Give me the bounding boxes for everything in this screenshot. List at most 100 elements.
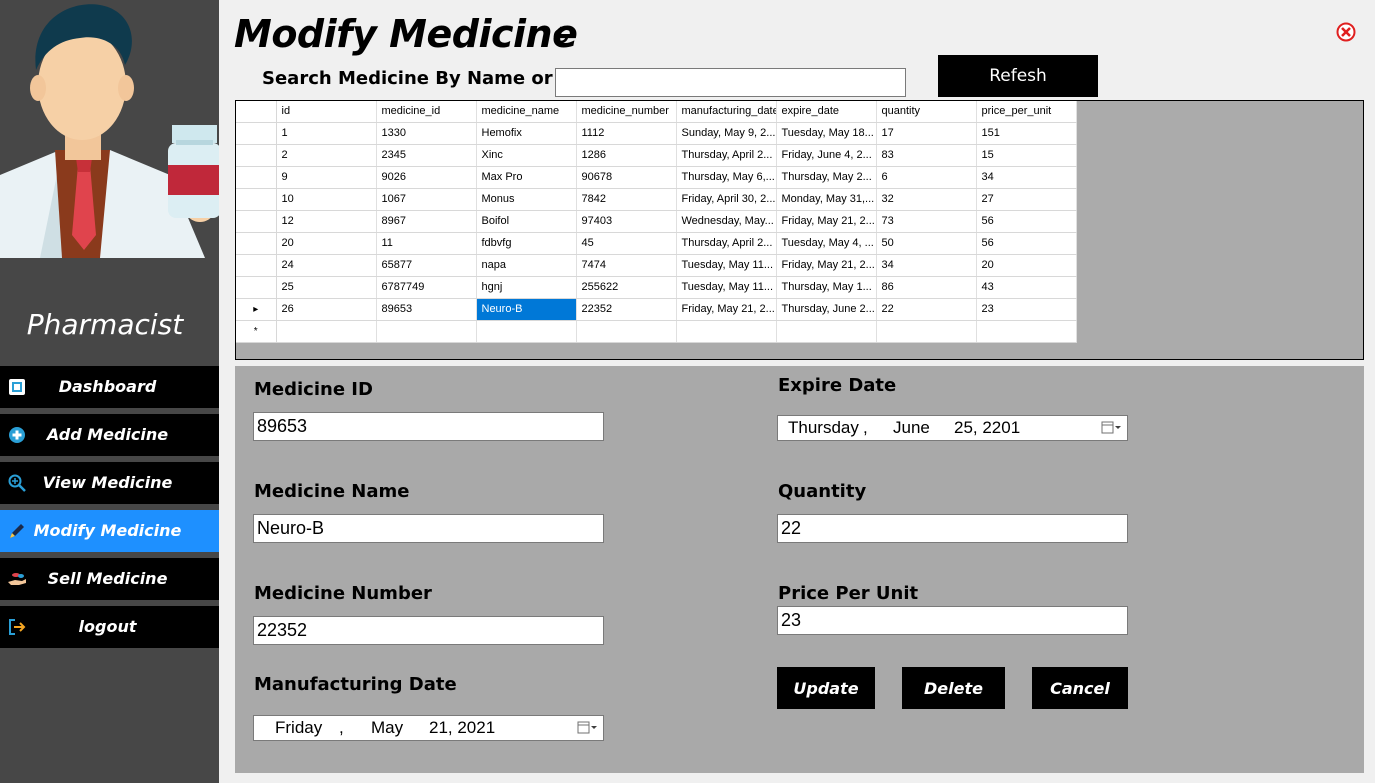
column-header[interactable]: expire_date: [776, 101, 877, 123]
price-per-unit-field[interactable]: 23: [777, 606, 1128, 635]
table-cell[interactable]: [476, 320, 577, 343]
table-row[interactable]: 12 8967 Boifol 97403 Wednesday, May... Friday…: [236, 210, 1077, 233]
nav-dashboard[interactable]: Dashboard: [0, 366, 219, 408]
table-cell[interactable]: Neuro-B: [476, 298, 577, 321]
table-cell[interactable]: 89653: [376, 298, 477, 321]
table-cell[interactable]: 15: [976, 144, 1077, 167]
table-cell[interactable]: 1286: [576, 144, 677, 167]
table-cell[interactable]: 6: [876, 166, 977, 189]
table-cell[interactable]: 1: [276, 122, 377, 145]
nav-logout[interactable]: logout: [0, 606, 219, 648]
table-cell[interactable]: [976, 320, 1077, 343]
row-header[interactable]: *: [236, 320, 277, 343]
row-header[interactable]: [236, 276, 277, 299]
column-header[interactable]: medicine_number: [576, 101, 677, 123]
table-cell[interactable]: napa: [476, 254, 577, 277]
table-row[interactable]: 24 65877 napa 7474 Tuesday, May 11... Friday,…: [236, 254, 1077, 277]
column-header[interactable]: manufacturing_date: [676, 101, 777, 123]
nav-add-medicine[interactable]: Add Medicine: [0, 414, 219, 456]
column-header[interactable]: medicine_id: [376, 101, 477, 123]
table-cell[interactable]: Friday, April 30, 2...: [676, 188, 777, 211]
table-cell[interactable]: [776, 320, 877, 343]
table-row[interactable]: 2 2345 Xinc 1286 Thursday, April 2... Friday,…: [236, 144, 1077, 167]
table-cell[interactable]: [576, 320, 677, 343]
row-header[interactable]: [236, 232, 277, 255]
nav-view-medicine[interactable]: View Medicine: [0, 462, 219, 504]
row-header[interactable]: [236, 122, 277, 145]
medicine-id-field[interactable]: 89653: [253, 412, 604, 441]
table-cell[interactable]: 86: [876, 276, 977, 299]
table-cell[interactable]: Tuesday, May 11...: [676, 276, 777, 299]
medicine-name-field[interactable]: Neuro-B: [253, 514, 604, 543]
table-cell[interactable]: hgnj: [476, 276, 577, 299]
table-cell[interactable]: 65877: [376, 254, 477, 277]
column-header[interactable]: quantity: [876, 101, 977, 123]
table-cell[interactable]: 24: [276, 254, 377, 277]
table-cell[interactable]: Friday, May 21, 2...: [776, 210, 877, 233]
table-cell[interactable]: 1330: [376, 122, 477, 145]
table-cell[interactable]: 83: [876, 144, 977, 167]
table-cell[interactable]: 8967: [376, 210, 477, 233]
close-icon[interactable]: [1336, 22, 1356, 42]
table-cell[interactable]: 151: [976, 122, 1077, 145]
table-cell[interactable]: 6787749: [376, 276, 477, 299]
table-cell[interactable]: Thursday, May 2...: [776, 166, 877, 189]
search-input[interactable]: [555, 68, 906, 97]
table-cell[interactable]: 9: [276, 166, 377, 189]
refresh-icon[interactable]: [552, 26, 572, 46]
table-cell[interactable]: 1067: [376, 188, 477, 211]
table-cell[interactable]: 17: [876, 122, 977, 145]
column-header[interactable]: id: [276, 101, 377, 123]
table-cell[interactable]: Friday, June 4, 2...: [776, 144, 877, 167]
calendar-dropdown-icon[interactable]: [577, 720, 599, 736]
table-cell[interactable]: [376, 320, 477, 343]
refresh-button[interactable]: Refesh: [938, 55, 1098, 97]
table-cell[interactable]: Thursday, April 2...: [676, 144, 777, 167]
table-cell[interactable]: [276, 320, 377, 343]
table-row[interactable]: 25 6787749 hgnj 255622 Tuesday, May 11... Thu…: [236, 276, 1077, 299]
table-cell[interactable]: 25: [276, 276, 377, 299]
row-header[interactable]: [236, 166, 277, 189]
table-cell[interactable]: 20: [976, 254, 1077, 277]
table-cell[interactable]: 7474: [576, 254, 677, 277]
medicine-grid[interactable]: id medicine_id medicine_name medicine_nu…: [235, 100, 1364, 360]
quantity-field[interactable]: 22: [777, 514, 1128, 543]
table-cell[interactable]: 12: [276, 210, 377, 233]
table-cell[interactable]: 56: [976, 210, 1077, 233]
row-header[interactable]: [236, 254, 277, 277]
table-cell[interactable]: 1112: [576, 122, 677, 145]
table-cell[interactable]: 10: [276, 188, 377, 211]
table-cell[interactable]: Friday, May 21, 2...: [776, 254, 877, 277]
row-header[interactable]: ▸: [236, 298, 277, 321]
table-cell[interactable]: 97403: [576, 210, 677, 233]
delete-button[interactable]: Delete: [902, 667, 1005, 709]
table-cell[interactable]: 23: [976, 298, 1077, 321]
table-cell[interactable]: Hemofix: [476, 122, 577, 145]
cancel-button[interactable]: Cancel: [1032, 667, 1128, 709]
table-cell[interactable]: Thursday, May 1...: [776, 276, 877, 299]
table-cell[interactable]: 2345: [376, 144, 477, 167]
table-cell[interactable]: 22352: [576, 298, 677, 321]
table-cell[interactable]: Sunday, May 9, 2...: [676, 122, 777, 145]
calendar-dropdown-icon[interactable]: [1101, 420, 1123, 436]
table-cell[interactable]: Friday, May 21, 2...: [676, 298, 777, 321]
table-cell[interactable]: fdbvfg: [476, 232, 577, 255]
table-cell[interactable]: Thursday, April 2...: [676, 232, 777, 255]
row-header[interactable]: [236, 210, 277, 233]
table-row[interactable]: 20 11 fdbvfg 45 Thursday, April 2... Tuesday,…: [236, 232, 1077, 255]
table-cell[interactable]: 90678: [576, 166, 677, 189]
table-cell[interactable]: Boifol: [476, 210, 577, 233]
table-cell[interactable]: Wednesday, May...: [676, 210, 777, 233]
table-cell[interactable]: Tuesday, May 18...: [776, 122, 877, 145]
table-cell[interactable]: [876, 320, 977, 343]
table-cell[interactable]: 50: [876, 232, 977, 255]
table-row[interactable]: 10 1067 Monus 7842 Friday, April 30, 2... Mon…: [236, 188, 1077, 211]
table-cell[interactable]: 7842: [576, 188, 677, 211]
expire-date-picker[interactable]: Thursday , June 25, 2201: [777, 415, 1128, 441]
table-cell[interactable]: Monday, May 31,...: [776, 188, 877, 211]
column-header[interactable]: price_per_unit: [976, 101, 1077, 123]
row-header[interactable]: [236, 188, 277, 211]
table-cell[interactable]: Monus: [476, 188, 577, 211]
table-cell[interactable]: 2: [276, 144, 377, 167]
table-cell[interactable]: Tuesday, May 4, ...: [776, 232, 877, 255]
